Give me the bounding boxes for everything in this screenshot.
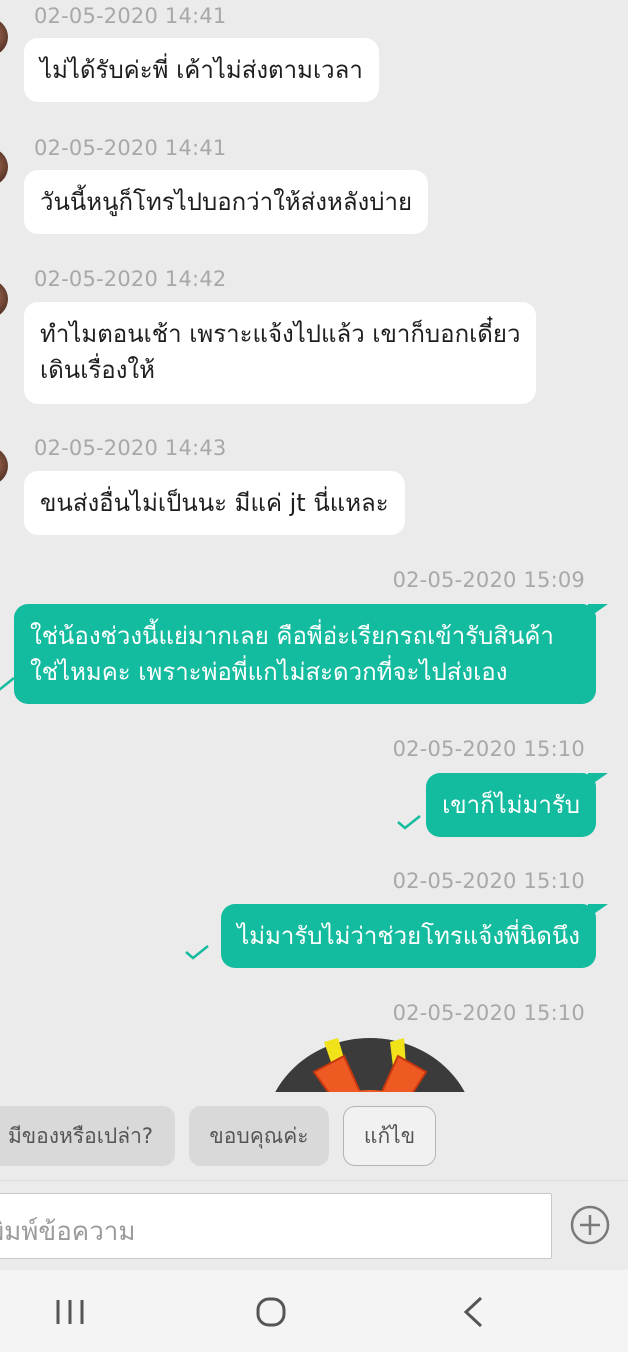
incoming-message[interactable]: ทำไมตอนเช้า เพราะแจ้งไปแล้ว เขาก็บอกเดี๋…	[24, 302, 537, 404]
outgoing-message[interactable]: เขาก็ไม่มารับ	[426, 773, 608, 837]
contact-avatar[interactable]	[0, 148, 8, 186]
message-text: ใช่น้องช่วงนี้แย่มากเลย คือพี่อ่ะเรียกรถ…	[30, 622, 554, 650]
message-timestamp: 02-05-2020 15:09	[392, 568, 585, 592]
message-text: เขาก็ไม่มารับ	[442, 791, 580, 819]
home-icon[interactable]	[246, 1292, 296, 1332]
message-text: ขนส่งอื่นไม่เป็นนะ มีแค่ jt นี่แหละ	[40, 489, 389, 517]
read-check-icon	[184, 944, 210, 960]
quick-reply-chip[interactable]: มีของหรือเปล่า?	[0, 1106, 175, 1166]
recent-apps-icon[interactable]	[46, 1292, 96, 1332]
cat-sticker[interactable]	[262, 1036, 478, 1092]
message-timestamp: 02-05-2020 14:42	[34, 267, 227, 291]
outgoing-message[interactable]: ไม่มารับไม่ว่าช่วยโทรแจ้งพี่นิดนึง	[221, 904, 608, 968]
message-timestamp: 02-05-2020 15:10	[392, 737, 585, 761]
incoming-message[interactable]: วันนี้หนูก็โทรไปบอกว่าให้ส่งหลังบ่าย	[24, 170, 429, 234]
message-composer: พิมพ์ข้อความ	[0, 1180, 628, 1270]
message-timestamp: 02-05-2020 15:10	[392, 1001, 585, 1025]
message-text: ทำไมตอนเช้า เพราะแจ้งไปแล้ว เขาก็บอกเดี๋…	[40, 320, 521, 348]
message-timestamp: 02-05-2020 15:10	[392, 869, 585, 893]
read-check-icon	[396, 814, 422, 830]
plus-circle-icon[interactable]	[569, 1204, 611, 1246]
incoming-message[interactable]: ไม่ได้รับค่ะพี่ เค้าไม่ส่งตามเวลา	[24, 38, 379, 102]
quick-reply-bar: มีของหรือเปล่า? ขอบคุณค่ะ แก้ไข	[0, 1092, 628, 1180]
message-timestamp: 02-05-2020 14:41	[34, 4, 227, 28]
message-text: วันนี้หนูก็โทรไปบอกว่าให้ส่งหลังบ่าย	[40, 188, 413, 216]
message-text: ไม่มารับไม่ว่าช่วยโทรแจ้งพี่นิดนึง	[237, 922, 580, 950]
outgoing-message[interactable]: ใช่น้องช่วงนี้แย่มากเลย คือพี่อ่ะเรียกรถ…	[14, 604, 608, 704]
input-placeholder: พิมพ์ข้อความ	[0, 1217, 136, 1247]
system-navigation-bar	[0, 1270, 628, 1352]
edit-quick-replies-button[interactable]: แก้ไข	[343, 1106, 436, 1166]
message-input[interactable]: พิมพ์ข้อความ	[0, 1193, 552, 1259]
message-text: เดินเรื่องให้	[40, 356, 155, 384]
contact-avatar[interactable]	[0, 447, 8, 485]
message-timestamp: 02-05-2020 14:41	[34, 136, 227, 160]
message-text: ใช่ไหมคะ เพราะพ่อพี่แกไม่สะดวกที่จะไปส่ง…	[30, 658, 508, 686]
message-text: ไม่ได้รับค่ะพี่ เค้าไม่ส่งตามเวลา	[40, 56, 363, 84]
back-icon[interactable]	[448, 1292, 498, 1332]
message-timestamp: 02-05-2020 14:43	[34, 436, 227, 460]
incoming-message[interactable]: ขนส่งอื่นไม่เป็นนะ มีแค่ jt นี่แหละ	[24, 471, 405, 535]
contact-avatar[interactable]	[0, 18, 8, 56]
read-check-icon	[0, 676, 16, 692]
contact-avatar[interactable]	[0, 280, 8, 318]
chat-thread[interactable]: 02-05-2020 14:41 ไม่ได้รับค่ะพี่ เค้าไม่…	[0, 0, 628, 1092]
quick-reply-chip[interactable]: ขอบคุณค่ะ	[189, 1106, 329, 1166]
